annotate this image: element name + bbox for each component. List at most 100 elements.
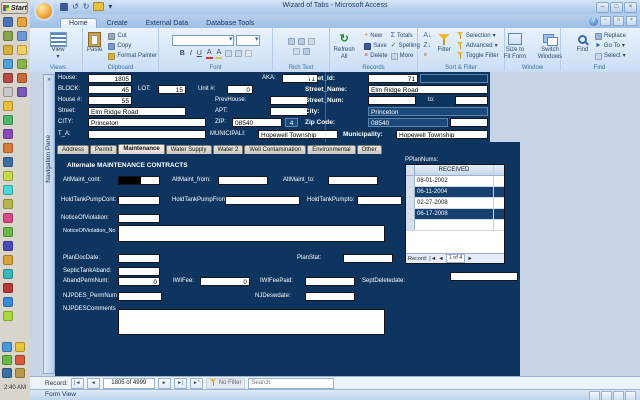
taskbar-icon[interactable] — [3, 101, 13, 111]
nav-pane-expand-icon[interactable]: » — [44, 76, 54, 85]
bullets-icon[interactable] — [288, 38, 295, 45]
nj-desw-date-field[interactable] — [305, 292, 355, 301]
tab-external-data[interactable]: External Data — [138, 19, 196, 28]
minimize-button[interactable]: – — [596, 2, 609, 13]
font-name-select[interactable]: ▾ — [172, 35, 234, 46]
taskbar-icon[interactable] — [3, 227, 13, 237]
sort-descending-icon[interactable]: Z↓ — [423, 42, 431, 50]
datasheet-view-toggle[interactable] — [601, 391, 612, 400]
tab-create[interactable]: Create — [99, 19, 136, 28]
hold-tank-cont-field[interactable] — [118, 196, 160, 205]
row-selector[interactable] — [406, 187, 415, 197]
record-position[interactable]: 1805 of 4999 — [103, 378, 155, 389]
taskbar-icon[interactable] — [3, 311, 13, 321]
spelling-button[interactable]: ✓ Spelling — [391, 42, 420, 50]
lot-field[interactable]: 15 — [158, 85, 186, 94]
bold-button[interactable]: B — [179, 49, 186, 58]
toggle-filter-button[interactable]: Toggle Filter — [457, 52, 499, 60]
form-tab-water-supply[interactable]: Water Supply — [166, 145, 212, 154]
taskbar-icon[interactable] — [2, 355, 12, 365]
search-input[interactable]: Search — [248, 378, 334, 389]
tab-database-tools[interactable]: Database Tools — [198, 19, 262, 28]
taskbar-icon[interactable] — [3, 73, 13, 83]
alt-maint-from-field[interactable] — [218, 176, 268, 185]
municipali-field[interactable]: Hopewell Township — [258, 130, 338, 139]
form-tab-water-2[interactable]: Water 2 — [213, 145, 244, 154]
iwi-fee-field[interactable]: 0 — [200, 277, 250, 286]
taskbar-icon[interactable] — [3, 31, 13, 41]
goto-button[interactable]: ► Go To ▾ — [595, 42, 626, 50]
more-button[interactable]: More — [391, 52, 420, 60]
taskbar-icon[interactable] — [3, 255, 13, 265]
start-button[interactable]: Start — [1, 2, 28, 14]
refresh-all-button[interactable]: ↻ Refresh All — [327, 30, 361, 62]
underline-button[interactable]: U — [196, 49, 203, 58]
taskbar-icon[interactable] — [2, 368, 12, 378]
numbering-icon[interactable] — [298, 38, 305, 45]
taskbar-icon[interactable] — [17, 87, 27, 97]
taskbar-icon[interactable] — [15, 368, 25, 378]
selection-button[interactable]: Selection ▾ — [457, 32, 499, 40]
taskbar-icon[interactable] — [3, 59, 13, 69]
sort-ascending-icon[interactable]: A↓ — [423, 32, 431, 40]
form-view-toggle[interactable] — [589, 391, 600, 400]
navigation-pane[interactable]: » Navigation Pane — [43, 74, 55, 374]
taskbar-icon[interactable] — [3, 45, 13, 55]
delete-record-button[interactable]: × Delete — [364, 52, 387, 60]
save-record-button[interactable]: Save — [364, 42, 387, 50]
iwi-fee-paid-field[interactable] — [305, 277, 355, 286]
aband-perm-num-field[interactable]: 0 — [118, 277, 160, 286]
ltr-icon[interactable] — [293, 48, 300, 55]
row-selector[interactable] — [406, 209, 415, 219]
new-record-button[interactable]: + New — [364, 32, 387, 40]
taskbar-icon[interactable] — [17, 17, 27, 27]
taskbar-icon[interactable] — [3, 241, 13, 251]
undo-icon[interactable]: ↺ — [72, 2, 79, 11]
block-field[interactable]: 45 — [88, 85, 132, 94]
redo-icon[interactable]: ↻ — [83, 2, 90, 11]
taskbar-icon[interactable] — [3, 199, 13, 209]
taskbar-icon[interactable] — [17, 73, 27, 83]
street-name-field[interactable]: Elm Ridge Road — [368, 85, 488, 94]
subform-new-row[interactable] — [406, 220, 504, 231]
taskbar-icon[interactable] — [3, 143, 13, 153]
select-button[interactable]: Select ▾ — [595, 52, 626, 60]
subform-row[interactable]: 06-17-2008 — [406, 209, 504, 220]
totals-button[interactable]: Σ Totals — [391, 32, 420, 40]
house-num-field[interactable]: 55 — [88, 96, 132, 105]
last-record-button[interactable]: ►| — [174, 378, 187, 389]
ta-field[interactable] — [88, 130, 206, 139]
format-painter-button[interactable]: Format Painter — [108, 52, 157, 60]
indent-icon[interactable] — [308, 38, 315, 45]
view-button[interactable]: View ▾ — [47, 30, 70, 62]
taskbar-icon[interactable] — [17, 31, 27, 41]
child-restore-button[interactable]: □ — [613, 16, 624, 26]
design-view-toggle[interactable] — [625, 391, 636, 400]
new-record-nav-button[interactable]: ►* — [190, 378, 203, 389]
notice-violation-field[interactable] — [118, 214, 160, 223]
house-field[interactable]: 1805 — [88, 74, 132, 83]
taskbar-icon[interactable] — [3, 157, 13, 167]
form-tab-permit[interactable]: Permit — [90, 145, 117, 154]
street-id-extra-field[interactable] — [420, 74, 488, 83]
font-color-button[interactable]: A — [206, 48, 213, 59]
taskbar-icon[interactable] — [15, 342, 25, 352]
taskbar-icon[interactable] — [3, 171, 13, 181]
subform-column-received[interactable]: RECEIVED — [415, 165, 493, 175]
taskbar-icon[interactable] — [3, 87, 13, 97]
previous-record-button[interactable]: ◄ — [87, 378, 100, 389]
taskbar-icon[interactable] — [3, 269, 13, 279]
align-left-icon[interactable] — [225, 50, 232, 57]
zip-code-ext-field[interactable] — [450, 118, 488, 127]
taskbar-icon[interactable] — [2, 342, 12, 352]
street-num-to-field[interactable] — [455, 96, 488, 105]
taskbar-icon[interactable] — [17, 59, 27, 69]
notice-violation-no-field[interactable] — [118, 225, 385, 242]
form-tab-other[interactable]: Other — [357, 145, 382, 154]
hold-tank-from-field[interactable] — [225, 196, 300, 205]
subform-next-record-icon[interactable]: ► — [467, 256, 472, 262]
form-tab-environmental[interactable]: Environmental — [307, 145, 355, 154]
child-minimize-button[interactable]: – — [600, 16, 611, 26]
subform-row[interactable]: 08-01-2002 — [406, 176, 504, 187]
row-selector[interactable] — [406, 176, 415, 186]
